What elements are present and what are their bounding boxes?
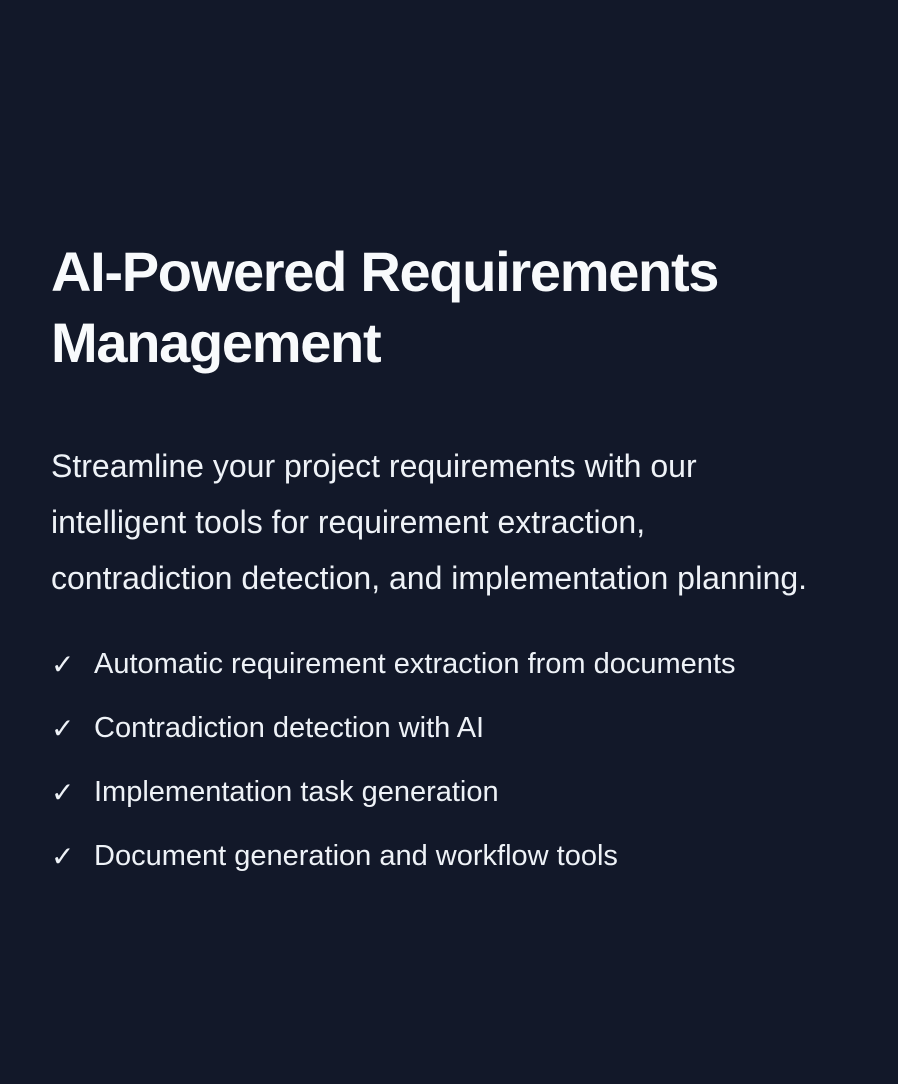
feature-item: ✓ Document generation and workflow tools [51, 824, 851, 888]
feature-list: ✓ Automatic requirement extraction from … [51, 632, 851, 888]
feature-label: Automatic requirement extraction from do… [94, 647, 736, 680]
checkmark-icon: ✓ [51, 840, 75, 872]
page-title: AI-Powered Requirements Management [51, 240, 719, 374]
checkmark-icon: ✓ [51, 648, 75, 680]
hero-description: Streamline your project requirements wit… [51, 448, 808, 596]
feature-label: Implementation task generation [94, 775, 499, 808]
feature-item: ✓ Implementation task generation [51, 760, 851, 824]
hero-section: AI-Powered Requirements Management Strea… [51, 236, 851, 888]
feature-label: Contradiction detection with AI [94, 711, 485, 744]
feature-label: Document generation and workflow tools [94, 839, 618, 872]
feature-item: ✓ Contradiction detection with AI [51, 696, 851, 760]
checkmark-icon: ✓ [51, 712, 75, 744]
checkmark-icon: ✓ [51, 776, 75, 808]
feature-item: ✓ Automatic requirement extraction from … [51, 632, 851, 696]
